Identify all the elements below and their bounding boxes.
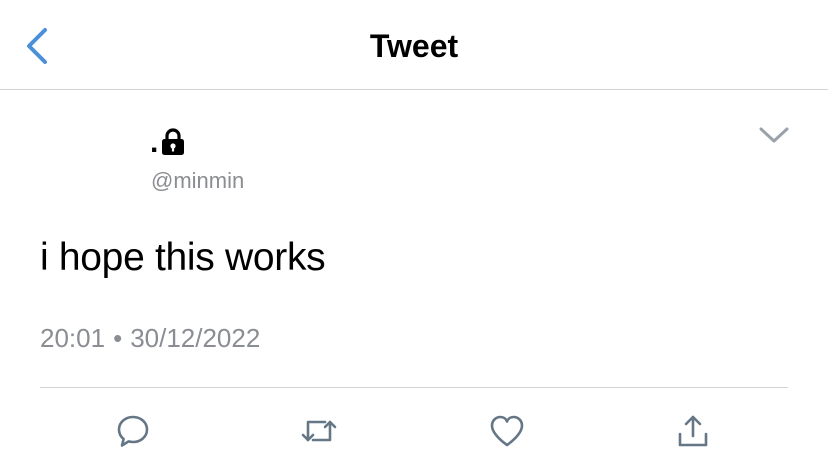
tweet-action-bar [0, 408, 828, 454]
page-title: Tweet [369, 28, 459, 64]
more-options-button[interactable] [756, 122, 792, 148]
tweet-detail-screen: Tweet . @minmin i hope this works 20:01 … [0, 0, 828, 459]
author-display-name[interactable]: . [150, 124, 186, 159]
like-button[interactable] [484, 408, 530, 454]
author-handle[interactable]: @minmin [151, 168, 244, 194]
tweet-timestamp: 20:01 • 30/12/2022 [40, 322, 260, 354]
tweet-date: 30/12/2022 [130, 323, 261, 353]
reply-icon [117, 415, 149, 447]
retweet-icon [301, 420, 337, 442]
share-icon [678, 415, 708, 447]
share-button[interactable] [670, 408, 716, 454]
timestamp-separator: • [113, 323, 123, 353]
header-bar: Tweet [0, 0, 828, 90]
retweet-button[interactable] [296, 408, 342, 454]
lock-icon [162, 128, 185, 155]
tweet-text: i hope this works [40, 236, 326, 279]
reply-button[interactable] [110, 408, 156, 454]
chevron-down-icon [759, 127, 789, 143]
divider [40, 387, 788, 388]
heart-icon [490, 415, 524, 447]
tweet-time: 20:01 [40, 323, 106, 353]
display-name-text: . [150, 126, 159, 159]
